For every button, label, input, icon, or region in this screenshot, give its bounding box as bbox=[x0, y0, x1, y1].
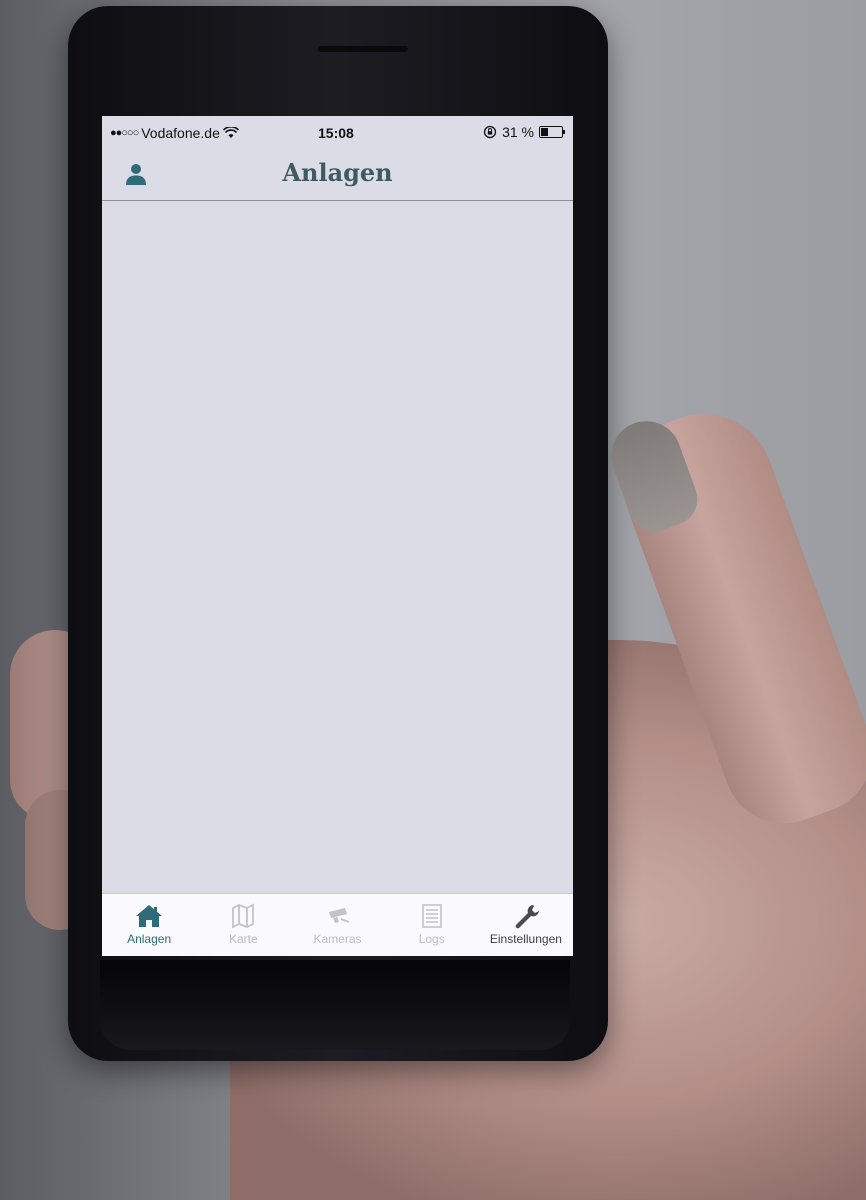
status-time: 15:08 bbox=[318, 125, 354, 141]
battery-icon bbox=[539, 126, 565, 138]
tab-logs[interactable]: Logs bbox=[385, 894, 479, 956]
tab-karte[interactable]: Karte bbox=[196, 894, 290, 956]
status-bar: ●●○○○ Vodafone.de 15:08 31 % bbox=[102, 116, 573, 150]
wrench-icon bbox=[515, 905, 539, 929]
tab-anlagen[interactable]: Anlagen bbox=[102, 894, 196, 956]
wifi-icon bbox=[222, 127, 239, 138]
carrier-name: Vodafone.de bbox=[141, 125, 220, 141]
tab-label: Logs bbox=[418, 932, 445, 946]
phone-speaker bbox=[318, 46, 408, 52]
tab-label: Kameras bbox=[313, 932, 362, 946]
nav-bar: Anlagen bbox=[102, 150, 573, 201]
status-right: 31 % bbox=[483, 124, 565, 140]
map-icon bbox=[232, 903, 255, 929]
tab-label: Anlagen bbox=[127, 932, 172, 946]
battery-percent: 31 % bbox=[502, 124, 534, 140]
house-icon bbox=[136, 905, 163, 927]
status-left: ●●○○○ Vodafone.de bbox=[110, 125, 239, 141]
tab-label: Karte bbox=[228, 932, 258, 946]
list-icon bbox=[421, 904, 442, 928]
signal-strength: ●●○○○ bbox=[110, 127, 139, 139]
phone-screen: ●●○○○ Vodafone.de 15:08 31 % Anlagen Anl… bbox=[102, 116, 573, 956]
camera-icon bbox=[328, 908, 349, 923]
rotation-lock-icon bbox=[483, 125, 497, 139]
phone-chin bbox=[100, 960, 570, 1050]
content-area bbox=[102, 201, 573, 893]
page-title: Anlagen bbox=[282, 158, 393, 187]
tab-kameras[interactable]: Kameras bbox=[290, 894, 384, 956]
tab-einstellungen[interactable]: Einstellungen bbox=[479, 894, 573, 956]
tab-bar: Anlagen Karte Kameras Logs Einstellungen bbox=[102, 893, 573, 956]
tab-label: Einstellungen bbox=[489, 932, 562, 946]
